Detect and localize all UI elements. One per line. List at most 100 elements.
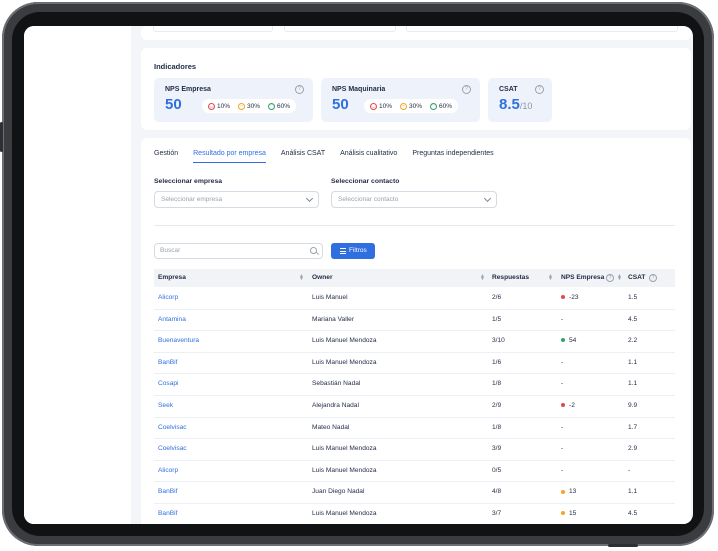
passive-percent: 30% bbox=[409, 102, 423, 110]
top-panel bbox=[141, 26, 691, 40]
cell-csat-text: 4.5 bbox=[628, 510, 638, 517]
cell-respuestas: 3/7 bbox=[492, 503, 501, 524]
cell-owner-text: Luis Manuel Mendoza bbox=[312, 466, 377, 474]
cell-empresa-text: BanBif bbox=[158, 358, 178, 366]
cell-empresa[interactable]: BanBif bbox=[158, 481, 177, 502]
cell-respuestas-text: 1/6 bbox=[492, 358, 502, 366]
table-row[interactable]: Antamina Mariana Valler 1/5 - 4.5 bbox=[154, 309, 675, 332]
cell-owner-text: Mariana Valler bbox=[312, 315, 355, 323]
kpi-nps-maquinaria: NPS Maquinaria ? 50 ◡ 10% –30% ◠ 60% bbox=[321, 78, 480, 122]
cell-empresa-text: Antamina bbox=[158, 315, 186, 323]
tab-gestion[interactable]: Gestión bbox=[154, 150, 178, 162]
cell-csat: 2.2 bbox=[628, 330, 637, 351]
header-respuestas[interactable]: Respuestas bbox=[492, 269, 529, 287]
cell-empresa[interactable]: Coelvisac bbox=[158, 417, 187, 438]
cell-owner-text: Juan Diego Nadal bbox=[312, 488, 365, 496]
cell-empresa[interactable]: Alicorp bbox=[158, 460, 178, 481]
table-row[interactable]: Buenaventura Luis Manuel Mendoza 3/10 54 2.2 bbox=[154, 330, 675, 353]
cell-empresa-text: BanBif bbox=[158, 488, 178, 496]
detractor-percent: 10% bbox=[379, 102, 393, 110]
cell-csat-text: 1.1 bbox=[628, 488, 638, 496]
cell-nps-text: 54 bbox=[569, 337, 577, 345]
cell-nps-text: -23 bbox=[569, 294, 579, 301]
detractor-chip: ◡ 10% bbox=[208, 102, 230, 110]
empresa-select[interactable]: Seleccionar empresa bbox=[154, 191, 319, 208]
cell-empresa[interactable]: Buenaventura bbox=[158, 330, 199, 351]
chevron-down-icon bbox=[483, 194, 492, 203]
passive-chip: –30% bbox=[400, 102, 423, 110]
cell-nps: - bbox=[561, 417, 563, 438]
cell-empresa[interactable]: Seek bbox=[158, 395, 173, 416]
search-input[interactable]: Buscar bbox=[154, 243, 323, 259]
table-row[interactable]: BanBif Luis Manuel Mendoza 3/7 15 4.5 bbox=[154, 503, 675, 524]
info-icon[interactable]: ? bbox=[649, 274, 657, 282]
header-csat[interactable]: CSAT bbox=[628, 269, 645, 287]
cell-nps-text: - bbox=[561, 445, 564, 453]
table-row[interactable]: Coelvisac Luis Manuel Mendoza 3/9 - 2.9 bbox=[154, 438, 675, 461]
cell-respuestas: 1/6 bbox=[492, 352, 501, 373]
table-row[interactable]: Alicorp Luis Manuel Mendoza 0/5 - - bbox=[154, 460, 675, 483]
search-icon[interactable] bbox=[310, 247, 317, 254]
cell-empresa[interactable]: BanBif bbox=[158, 352, 177, 373]
tab-analisis-cualitativo[interactable]: Análisis cualitativo bbox=[340, 150, 397, 162]
cell-csat-text: 2.9 bbox=[628, 445, 638, 453]
cell-owner: Sebastián Nadal bbox=[312, 373, 360, 394]
cell-owner: Mateo Nadal bbox=[312, 417, 349, 438]
cell-owner-text: Mateo Nadal bbox=[312, 423, 350, 431]
cell-empresa[interactable]: BanBif bbox=[158, 503, 177, 524]
tab-analisis-csat[interactable]: Análisis CSAT bbox=[281, 150, 325, 162]
cell-respuestas: 2/6 bbox=[492, 287, 501, 308]
header-owner[interactable]: Owner bbox=[312, 269, 333, 287]
cell-empresa[interactable]: Antamina bbox=[158, 309, 186, 330]
contacto-select[interactable]: Seleccionar contacto bbox=[331, 191, 497, 208]
top-field bbox=[284, 26, 396, 32]
sidebar bbox=[24, 26, 131, 524]
tab-resultado-por-empresa[interactable]: Resultado por empresa bbox=[193, 150, 266, 163]
info-icon[interactable]: ? bbox=[535, 85, 544, 94]
sort-icon[interactable]: ▲ ▼ bbox=[480, 274, 485, 282]
table-row[interactable]: Coelvisac Mateo Nadal 1/8 - 1.7 bbox=[154, 417, 675, 440]
cell-nps-text: -2 bbox=[569, 402, 575, 409]
status-dot-icon bbox=[561, 338, 565, 343]
info-icon[interactable]: ? bbox=[462, 85, 471, 94]
cell-empresa[interactable]: Cosapi bbox=[158, 373, 179, 394]
table-row[interactable]: Cosapi Sebastián Nadal 1/8 - 1.1 bbox=[154, 373, 675, 396]
info-icon[interactable]: ? bbox=[606, 274, 614, 282]
cell-owner: Luis Manuel bbox=[312, 287, 348, 308]
sort-icon[interactable]: ▲ ▼ bbox=[299, 274, 304, 282]
info-icon[interactable]: ? bbox=[295, 85, 304, 94]
nps-breakdown: ◡ 10% –30% ◠ 60% bbox=[202, 99, 297, 113]
table-row[interactable]: Alicorp Luis Manuel 2/6 -23 1.5 bbox=[154, 287, 675, 310]
table-row[interactable]: Seek Alejandra Nadal 2/9 -2 9.9 bbox=[154, 395, 675, 418]
passive-chip: –30% bbox=[238, 102, 260, 110]
cell-owner-text: Luis Manuel Mendoza bbox=[312, 445, 377, 453]
sort-icon[interactable]: ▲ ▼ bbox=[548, 274, 553, 282]
cell-csat: 1.1 bbox=[628, 373, 637, 394]
table-row[interactable]: BanBif Luis Manuel Mendoza 1/6 - 1.1 bbox=[154, 352, 675, 375]
filters-button[interactable]: Filtros bbox=[331, 243, 375, 259]
cell-owner-text: Luis Manuel bbox=[312, 294, 348, 301]
cell-csat-text: - bbox=[628, 466, 631, 474]
power-button bbox=[608, 544, 638, 547]
header-nps-empresa[interactable]: NPS Empresa bbox=[561, 269, 604, 287]
cell-empresa-text: Cosapi bbox=[158, 380, 179, 388]
header-empresa[interactable]: Empresa bbox=[158, 269, 186, 287]
cell-empresa-text: Alicorp bbox=[158, 466, 179, 474]
kpi-value: 8.5/10 bbox=[499, 96, 532, 113]
cell-nps: - bbox=[561, 352, 563, 373]
cell-empresa[interactable]: Alicorp bbox=[158, 287, 178, 308]
csat-scale: /10 bbox=[519, 101, 533, 111]
sort-icon[interactable]: ▲ ▼ bbox=[617, 274, 622, 282]
cell-csat-text: 4.5 bbox=[628, 315, 638, 323]
kpi-value: 50 bbox=[165, 96, 182, 113]
cell-empresa[interactable]: Coelvisac bbox=[158, 438, 187, 459]
tab-preguntas-independientes[interactable]: Preguntas independientes bbox=[412, 150, 493, 162]
cell-owner: Luis Manuel Mendoza bbox=[312, 503, 377, 524]
table-row[interactable]: BanBif Juan Diego Nadal 4/8 13 1.1 bbox=[154, 481, 675, 504]
cell-owner: Mariana Valler bbox=[312, 309, 354, 330]
sad-face-icon: ◡ bbox=[208, 102, 215, 110]
empresa-select-placeholder: Seleccionar empresa bbox=[161, 196, 223, 203]
kpi-nps-empresa: NPS Empresa ? 50 ◡ 10% –30% ◠ 60% bbox=[154, 78, 313, 122]
cell-empresa-text: Buenaventura bbox=[158, 337, 200, 345]
cell-respuestas-text: 1/5 bbox=[492, 315, 502, 323]
